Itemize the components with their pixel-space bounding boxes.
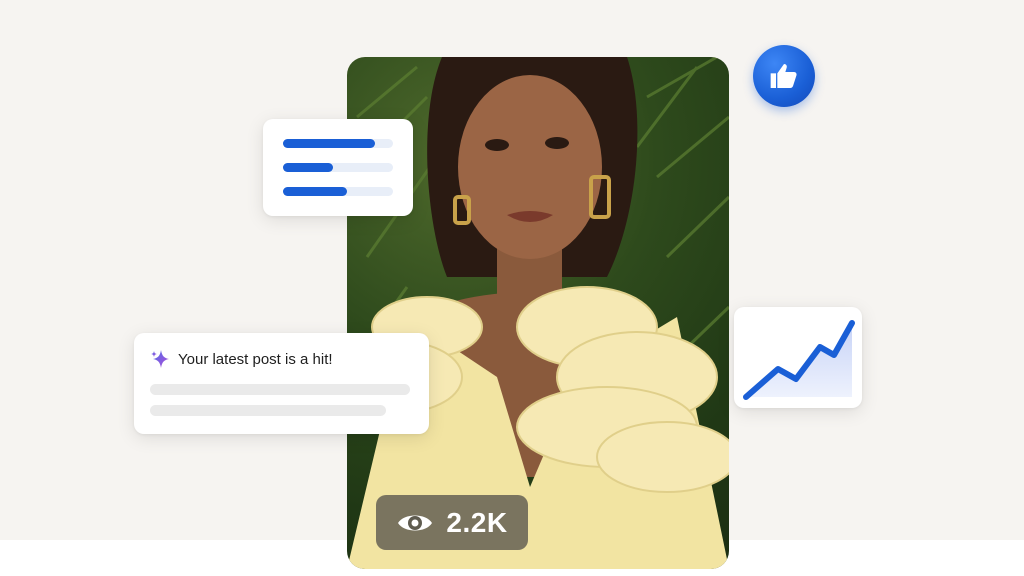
left-eye <box>485 139 509 151</box>
like-badge <box>753 45 815 107</box>
skeleton-line-2 <box>150 405 386 416</box>
face <box>458 75 602 259</box>
notification-header: Your latest post is a hit! <box>150 349 333 369</box>
notification-title: Your latest post is a hit! <box>178 350 333 368</box>
right-eye <box>545 137 569 149</box>
trend-chart-icon <box>743 320 855 400</box>
notification-card: Your latest post is a hit! <box>134 333 429 434</box>
line-bar-3 <box>283 187 347 196</box>
trend-card <box>734 307 862 408</box>
views-badge: 2.2K <box>376 495 528 550</box>
eye-icon <box>398 515 433 530</box>
views-count: 2.2K <box>446 506 508 538</box>
text-lines-card <box>263 119 413 216</box>
line-bar-2 <box>283 163 333 172</box>
sparkle-icon <box>151 350 169 368</box>
skeleton-line-1 <box>150 384 410 395</box>
thumbs-up-icon <box>770 64 797 88</box>
line-bar-1 <box>283 139 375 148</box>
